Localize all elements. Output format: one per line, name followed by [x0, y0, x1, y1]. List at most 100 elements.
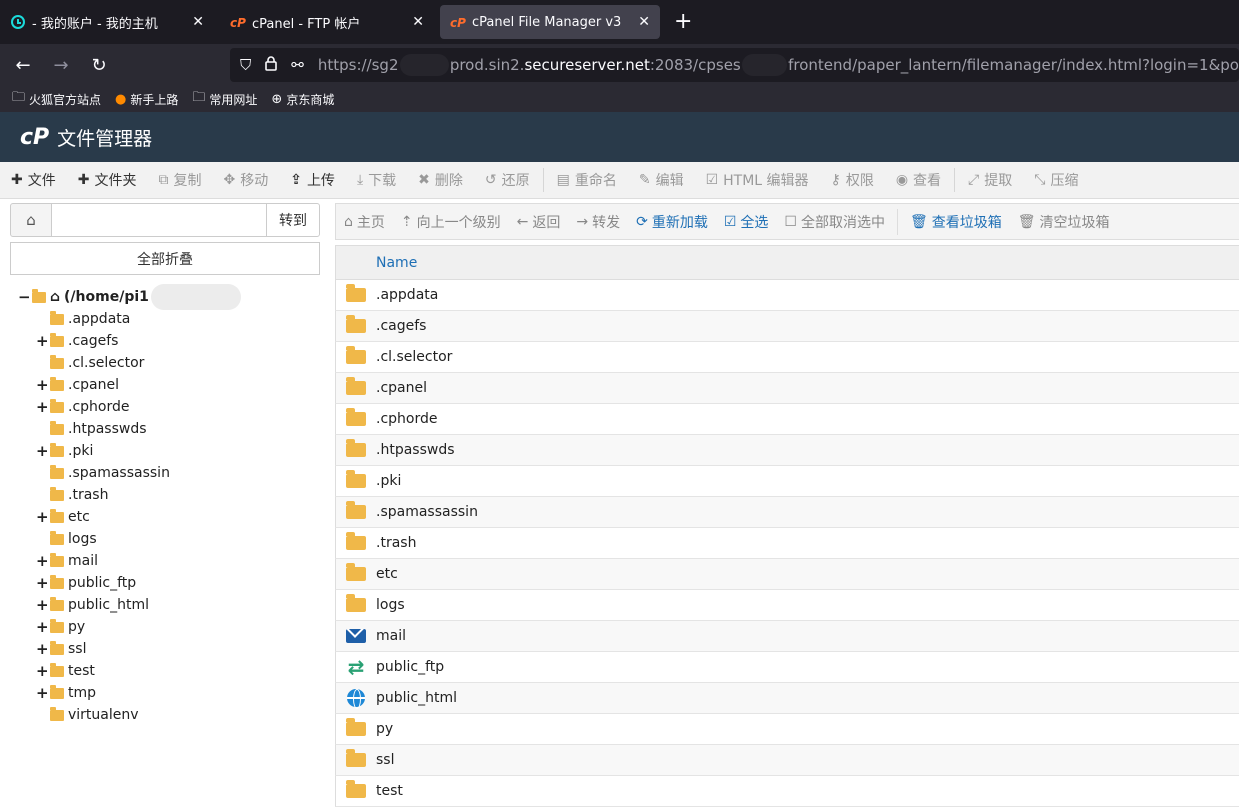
tree-item[interactable]: + etc [36, 506, 90, 528]
tree-item[interactable]: .spamassassin [36, 462, 170, 484]
tree-item[interactable]: + tmp [36, 682, 96, 704]
tree-root-label: (/home/pi1 [64, 289, 149, 305]
up-level-button[interactable]: ⇡ 向上一个级别 [393, 212, 509, 232]
tree-item[interactable]: + py [36, 616, 85, 638]
go-button[interactable]: 转到 [266, 203, 320, 237]
browser-tab-2[interactable]: cP cPanel - FTP 帐户 ✕ [220, 5, 434, 39]
view-trash-button[interactable]: 🗑 查看垃圾箱 [902, 212, 1010, 232]
download-button[interactable]: ⤓ 下载 [346, 170, 407, 190]
compress-button[interactable]: ⤡ 压缩 [1023, 170, 1089, 190]
tree-item[interactable]: .appdata [36, 308, 130, 330]
bookmark-item[interactable]: 🗀 火狐官方站点 [12, 88, 101, 110]
expand-toggle-icon[interactable]: + [36, 618, 49, 636]
table-row[interactable]: .htpasswds [335, 435, 1239, 466]
table-row[interactable]: .cl.selector [335, 342, 1239, 373]
collapse-toggle-icon[interactable]: − [18, 288, 31, 306]
copy-button[interactable]: ⧉ 复制 [147, 170, 212, 190]
compress-icon: ⤡ [1034, 172, 1046, 188]
collapse-all-button[interactable]: 全部折叠 [10, 242, 320, 275]
name-column-header[interactable]: Name [376, 255, 417, 271]
forward-arrow-icon[interactable]: → [46, 55, 76, 76]
expand-toggle-icon[interactable]: + [36, 508, 49, 526]
table-row[interactable]: test [335, 776, 1239, 807]
expand-toggle-icon[interactable]: + [36, 442, 49, 460]
expand-toggle-icon[interactable]: + [36, 662, 49, 680]
tree-item[interactable]: .htpasswds [36, 418, 147, 440]
upload-button[interactable]: ⇪ 上传 [279, 170, 346, 190]
table-row[interactable]: ⇄ public_ftp [335, 652, 1239, 683]
back-button[interactable]: ← 返回 [509, 212, 569, 232]
table-row[interactable]: public_html [335, 683, 1239, 714]
extract-button[interactable]: ⤢ 提取 [957, 170, 1023, 190]
table-row[interactable]: .pki [335, 466, 1239, 497]
delete-button[interactable]: ✖ 删除 [407, 170, 474, 190]
bookmark-item[interactable]: ● 新手上路 [115, 91, 178, 108]
tree-item[interactable]: + .cphorde [36, 396, 129, 418]
table-row[interactable]: .spamassassin [335, 497, 1239, 528]
tree-item-label: .cpanel [68, 377, 119, 393]
tree-item[interactable]: + .pki [36, 440, 93, 462]
tree-item[interactable]: virtualenv [36, 704, 139, 726]
new-tab-button[interactable]: + [674, 11, 692, 33]
expand-toggle-icon[interactable]: + [36, 552, 49, 570]
reload-button[interactable]: ⟳ 重新加载 [628, 212, 716, 232]
select-all-button[interactable]: ☑ 全选 [716, 212, 777, 232]
table-row[interactable]: py [335, 714, 1239, 745]
restore-button[interactable]: ↺ 还原 [474, 170, 541, 190]
bookmark-item[interactable]: ⊕ 京东商城 [271, 91, 334, 108]
table-row[interactable]: .trash [335, 528, 1239, 559]
expand-toggle-icon[interactable]: + [36, 332, 49, 350]
view-button[interactable]: ◉ 查看 [885, 170, 952, 190]
url-bar[interactable]: ⛉ ⚯ https://sg2 prod.sin2. secureserver.… [230, 48, 1239, 82]
reload-icon[interactable]: ↻ [84, 55, 114, 76]
close-icon[interactable]: ✕ [412, 14, 424, 30]
forward-button[interactable]: → 转发 [568, 212, 628, 232]
path-input[interactable] [51, 203, 267, 237]
expand-toggle-icon[interactable]: + [36, 640, 49, 658]
tree-item[interactable]: + .cpanel [36, 374, 119, 396]
edit-button[interactable]: ✎ 编辑 [628, 170, 695, 190]
browser-tab-1[interactable]: - 我的账户 - 我的主机 ✕ [0, 5, 214, 39]
expand-toggle-icon[interactable]: + [36, 574, 49, 592]
tree-item[interactable]: + test [36, 660, 95, 682]
move-button[interactable]: ✥ 移动 [212, 170, 279, 190]
new-folder-button[interactable]: ✚ 文件夹 [67, 170, 148, 190]
expand-toggle-icon[interactable]: + [36, 596, 49, 614]
table-row[interactable]: .cagefs [335, 311, 1239, 342]
browser-tab-3-active[interactable]: cP cPanel File Manager v3 ✕ [440, 5, 660, 39]
table-row[interactable]: .cphorde [335, 404, 1239, 435]
expand-toggle-icon[interactable]: + [36, 376, 49, 394]
tree-item[interactable]: + mail [36, 550, 98, 572]
close-icon[interactable]: ✕ [638, 14, 650, 30]
tree-item[interactable]: + public_ftp [36, 572, 136, 594]
deselect-all-button[interactable]: ☐ 全部取消选中 [776, 212, 893, 232]
tree-root[interactable]: − ⌂ (/home/pi1 [18, 284, 241, 310]
bookmark-item[interactable]: 🗀 常用网址 [192, 88, 257, 110]
row-icon-cell [336, 470, 376, 488]
tree-item[interactable]: logs [36, 528, 97, 550]
tree-item[interactable]: .cl.selector [36, 352, 144, 374]
back-arrow-icon[interactable]: ← [8, 55, 38, 76]
table-row[interactable]: .cpanel [335, 373, 1239, 404]
expand-toggle-icon[interactable]: + [36, 684, 49, 702]
html-editor-button[interactable]: ☑ HTML 编辑器 [695, 170, 820, 190]
permissions-button[interactable]: ⚷ 权限 [820, 170, 885, 190]
table-row[interactable]: etc [335, 559, 1239, 590]
new-file-button[interactable]: ✚ 文件 [0, 170, 67, 190]
rename-button[interactable]: ▤ 重命名 [546, 170, 628, 190]
expand-toggle-icon[interactable]: + [36, 398, 49, 416]
table-row[interactable]: .appdata [335, 280, 1239, 311]
table-row[interactable]: mail [335, 621, 1239, 652]
tree-item[interactable]: .trash [36, 484, 108, 506]
home-nav-button[interactable]: ⌂ 主页 [336, 212, 393, 232]
table-row[interactable]: logs [335, 590, 1239, 621]
cpanel-logo[interactable]: cP [20, 125, 49, 150]
tree-item[interactable]: + ssl [36, 638, 86, 660]
home-button[interactable]: ⌂ [10, 203, 52, 237]
close-icon[interactable]: ✕ [192, 14, 204, 30]
empty-trash-button[interactable]: 🗑 清空垃圾箱 [1010, 212, 1118, 232]
table-row[interactable]: ssl [335, 745, 1239, 776]
tree-item[interactable]: + public_html [36, 594, 149, 616]
folder-icon [346, 718, 366, 736]
tree-item[interactable]: + .cagefs [36, 330, 118, 352]
